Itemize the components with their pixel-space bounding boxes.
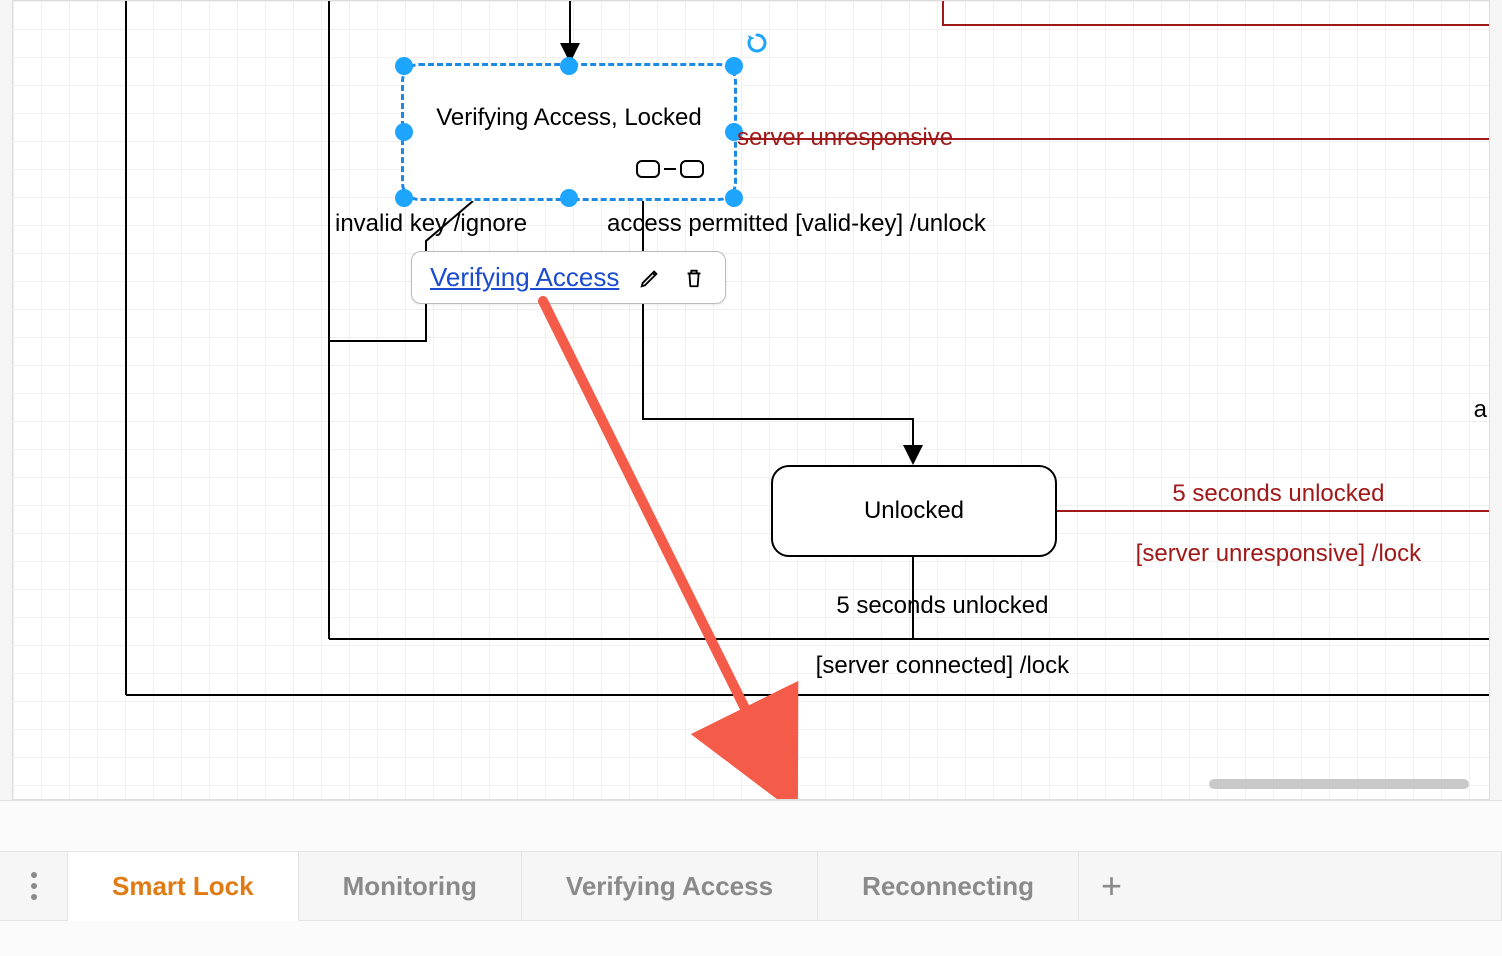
diagram-canvas[interactable]: Verifying Access, Locked Unlocked invali… [12,0,1490,800]
horizontal-scrollbar-thumb[interactable] [1209,779,1469,789]
delete-icon[interactable] [681,265,707,291]
selection-handle[interactable] [395,57,413,75]
more-vertical-icon [30,871,38,901]
tab-monitoring[interactable]: Monitoring [299,851,522,921]
tab-verifying-access[interactable]: Verifying Access [522,851,818,921]
diagram-edges [13,1,1490,800]
rotate-handle-icon[interactable] [745,31,769,60]
transition-label-invalid-key[interactable]: invalid key /ignore [335,209,527,239]
transition-label-server-unresponsive[interactable]: server unresponsive [737,123,953,153]
selection-handle[interactable] [560,57,578,75]
state-verifying-access-locked[interactable]: Verifying Access, Locked [401,63,737,201]
tab-label: Verifying Access [566,871,773,902]
selection-handle[interactable] [725,189,743,207]
selection-handle[interactable] [395,123,413,141]
plus-icon: + [1101,868,1122,904]
tabs-bar: Smart Lock Monitoring Verifying Access R… [0,800,1502,956]
tab-options-button[interactable] [0,851,68,921]
state-context-popup: Verifying Access [411,251,726,304]
submachine-icon [636,160,704,178]
transition-label-access-permitted[interactable]: access permitted [valid-key] /unlock [607,209,986,239]
transition-label-five-sec-connected[interactable]: 5 seconds unlocked [server connected] /l… [789,561,1069,711]
selection-handle[interactable] [725,57,743,75]
state-label: Verifying Access, Locked [436,104,701,132]
tab-label: Monitoring [343,871,477,902]
tab-reconnecting[interactable]: Reconnecting [818,851,1079,921]
state-unlocked[interactable]: Unlocked [771,465,1057,557]
popup-navigate-link[interactable]: Verifying Access [430,262,619,293]
selection-handle[interactable] [560,189,578,207]
tab-smart-lock[interactable]: Smart Lock [68,851,299,921]
edit-icon[interactable] [637,265,663,291]
transition-label-five-sec-unresponsive[interactable]: 5 seconds unlocked [server unresponsive]… [1109,449,1421,599]
tab-label: Smart Lock [112,871,254,902]
tab-label: Reconnecting [862,871,1034,902]
state-label: Unlocked [864,497,964,525]
selection-handle[interactable] [395,189,413,207]
transition-label-truncated: a [1474,395,1487,425]
add-tab-button[interactable]: + [1079,851,1502,921]
